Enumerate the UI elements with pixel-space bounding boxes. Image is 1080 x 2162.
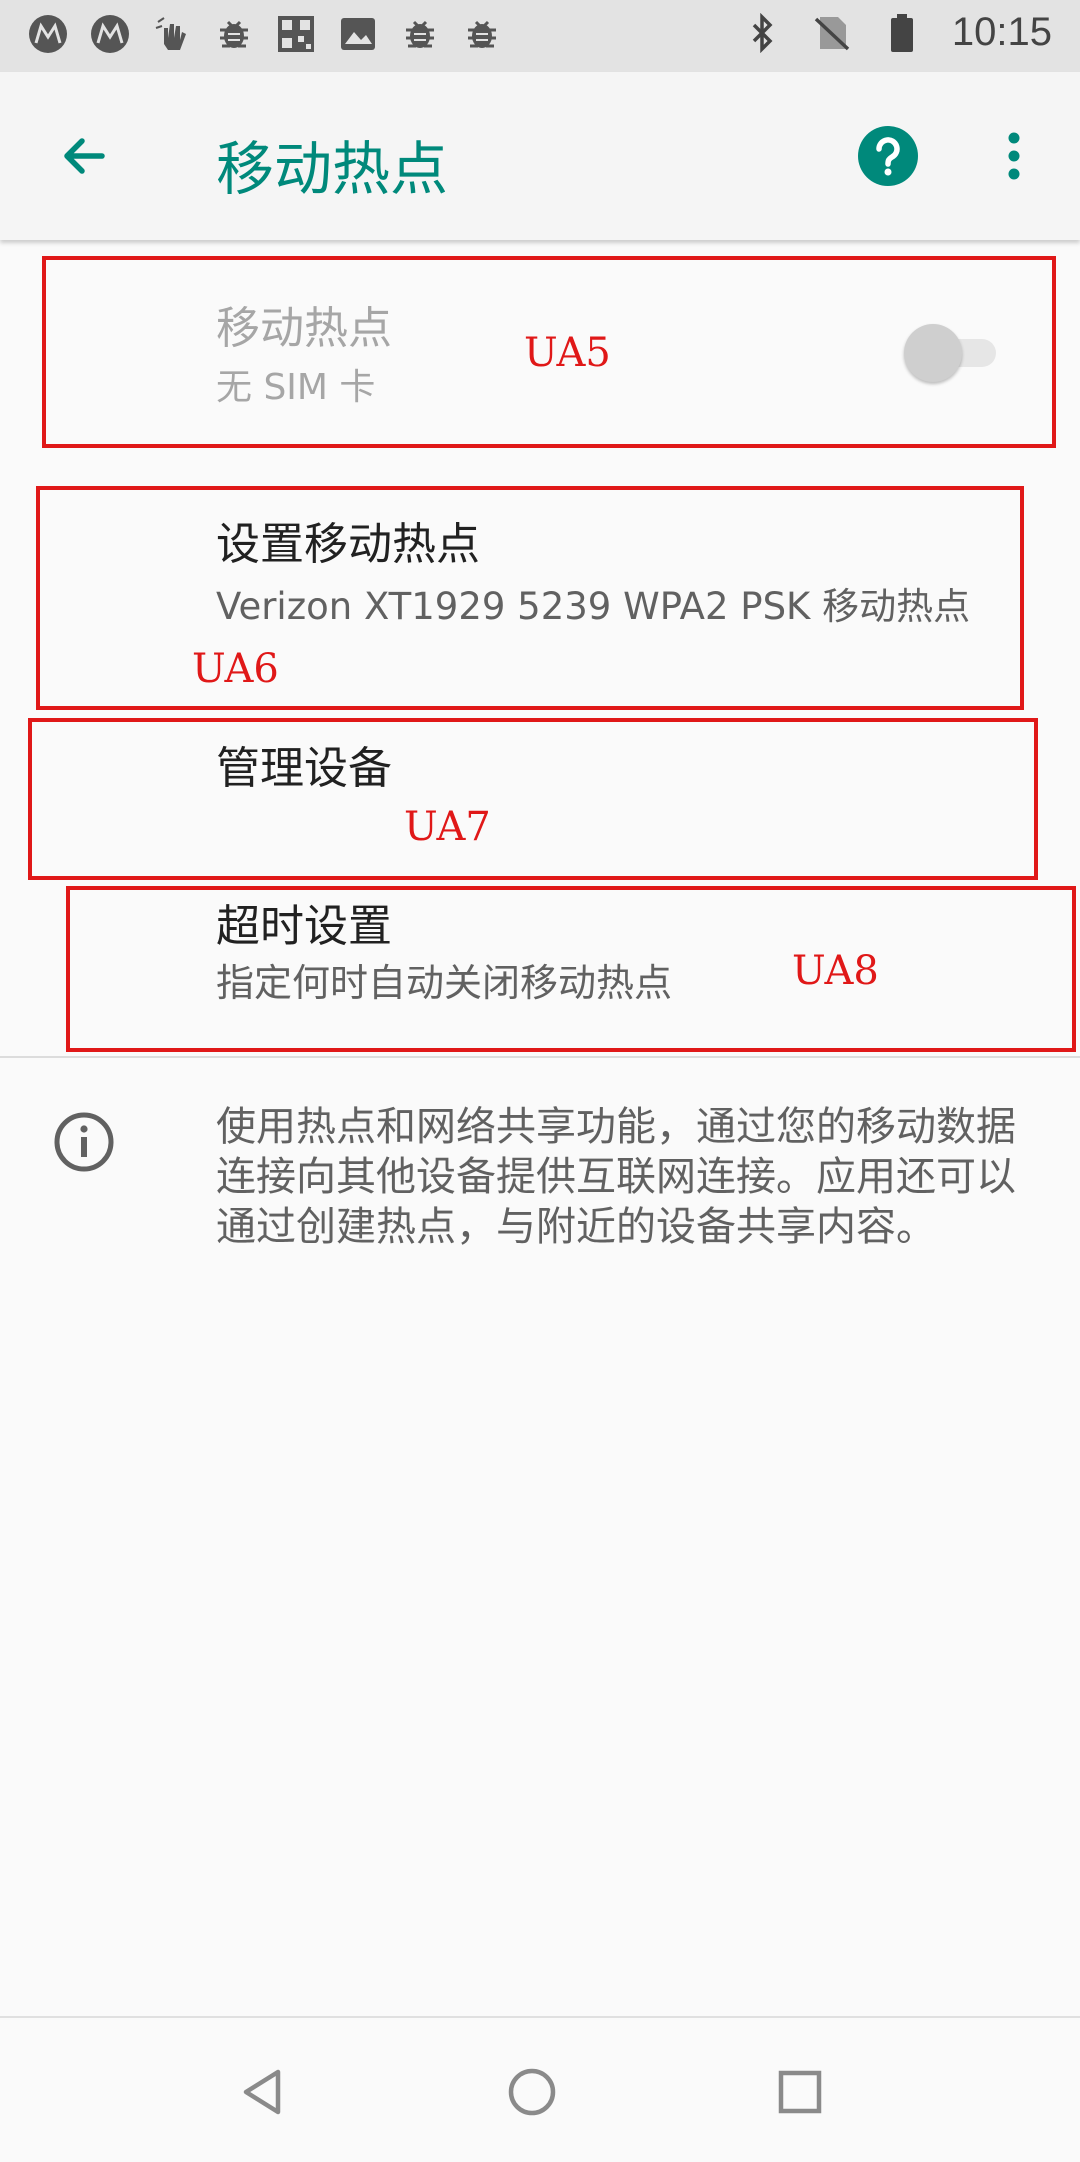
nav-home-button[interactable] <box>500 2060 564 2124</box>
bug-icon <box>400 14 440 54</box>
more-vert-icon <box>1008 132 1020 180</box>
back-button[interactable] <box>48 120 120 192</box>
bluetooth-icon <box>742 12 782 53</box>
no-sim-icon <box>812 13 852 53</box>
page-title: 移动热点 <box>216 135 449 203</box>
battery-icon <box>882 13 922 53</box>
annotation-label-ua8: UA8 <box>792 948 879 994</box>
nav-recents-icon <box>778 2070 822 2114</box>
bug-icon <box>214 14 254 54</box>
status-bar: 10:15 <box>0 0 1080 72</box>
app-bar: 移动热点 <box>0 72 1080 240</box>
annotation-box-ua6 <box>36 486 1024 710</box>
arrow-back-icon <box>64 138 105 174</box>
gesture-icon <box>152 14 192 54</box>
motorola-icon <box>90 14 130 54</box>
annotation-label-ua5: UA5 <box>524 330 611 376</box>
annotation-label-ua7: UA7 <box>404 804 491 850</box>
annotation-box-ua8 <box>66 886 1076 1052</box>
qr-code-icon <box>276 14 316 54</box>
bug-icon <box>462 14 502 54</box>
section-divider <box>0 1056 1080 1058</box>
nav-home-icon <box>508 2068 556 2116</box>
image-icon <box>338 14 378 54</box>
info-description: 使用热点和网络共享功能，通过您的移动数据连接向其他设备提供互联网连接。应用还可以… <box>216 1104 1016 1250</box>
help-icon <box>858 126 918 186</box>
annotation-box-ua7 <box>28 718 1038 880</box>
help-button[interactable] <box>856 124 920 188</box>
annotation-label-ua6: UA6 <box>192 646 279 692</box>
nav-back-button[interactable] <box>230 2060 294 2124</box>
navigation-bar <box>0 2016 1080 2162</box>
info-icon <box>52 1110 116 1174</box>
motorola-icon <box>28 14 68 54</box>
nav-back-icon <box>243 2069 281 2115</box>
nav-recents-button[interactable] <box>768 2060 832 2124</box>
more-options-button[interactable] <box>992 124 1036 188</box>
status-time: 10:15 <box>951 10 1052 54</box>
